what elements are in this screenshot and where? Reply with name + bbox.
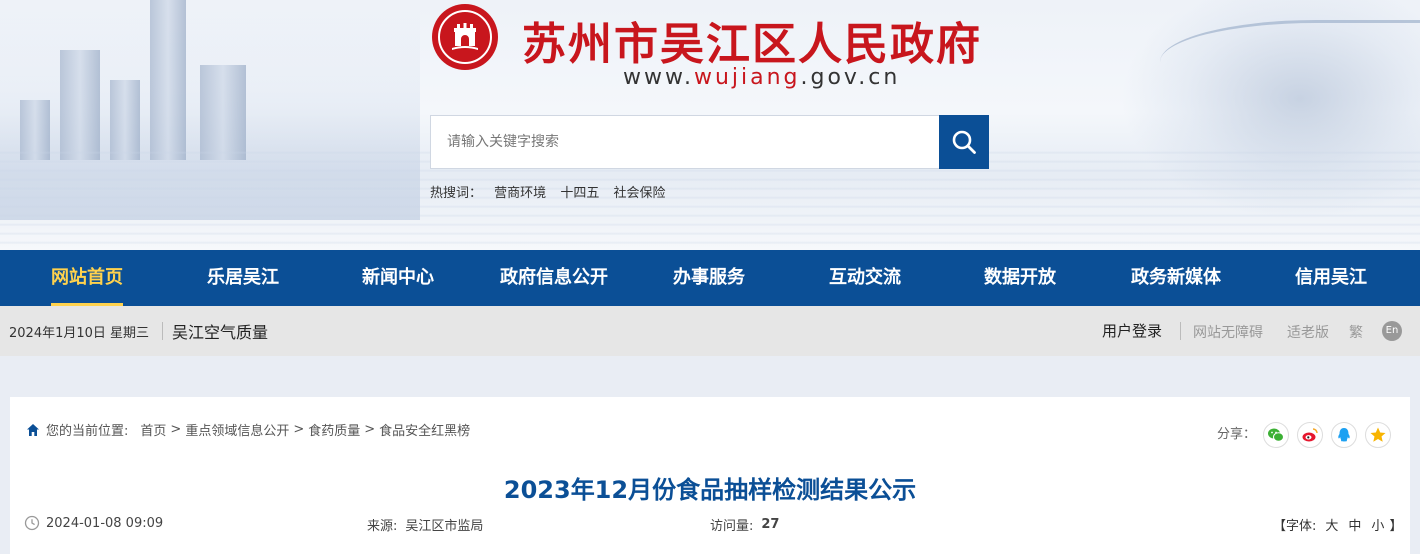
font-large-button[interactable]: 大 <box>1325 519 1338 534</box>
hot-word-business-env[interactable]: 营商环境 <box>494 186 546 201</box>
site-url: www.wujiang.gov.cn <box>623 65 901 90</box>
accessibility-link[interactable]: 网站无障碍 <box>1193 322 1263 342</box>
share-label: 分享： <box>1217 427 1257 442</box>
government-logo[interactable] <box>432 4 498 70</box>
hot-word-social-insurance[interactable]: 社会保险 <box>613 186 665 201</box>
elder-mode-link[interactable]: 适老版 <box>1287 322 1329 342</box>
wechat-icon[interactable] <box>1263 422 1289 448</box>
nav-item-news[interactable]: 新闻中心 <box>362 250 434 306</box>
font-size-control: 【字体: 大中小】 <box>1273 519 1403 534</box>
hot-word-14th-plan[interactable]: 十四五 <box>560 186 599 201</box>
air-quality-link[interactable]: 吴江空气质量 <box>172 319 268 343</box>
publish-time: 2024-01-08 09:09 <box>24 515 163 531</box>
font-medium-button[interactable]: 中 <box>1348 519 1361 534</box>
divider <box>1180 322 1181 340</box>
breadcrumb: 您的当前位置: 首页 > 重点领域信息公开 > 食药质量 > 食品安全红黑榜 <box>26 420 470 439</box>
breadcrumb-food-safety[interactable]: 食品安全红黑榜 <box>379 420 470 439</box>
qq-icon[interactable] <box>1331 422 1357 448</box>
nav-item-home[interactable]: 网站首页 <box>51 250 123 306</box>
nav-item-open-data[interactable]: 数据开放 <box>984 250 1056 306</box>
home-icon <box>26 423 40 437</box>
info-bar: 2024年1月10日 星期三 吴江空气质量 用户登录 网站无障碍 适老版 繁 E… <box>0 306 1420 356</box>
nav-item-services[interactable]: 办事服务 <box>673 250 745 306</box>
hot-search: 热搜词： 营商环境 十四五 社会保险 <box>430 182 675 201</box>
site-title: 苏州市吴江区人民政府 <box>522 19 982 70</box>
nav-item-interaction[interactable]: 互动交流 <box>829 250 901 306</box>
breadcrumb-food-drug[interactable]: 食药质量 <box>308 420 360 439</box>
article-card: 您的当前位置: 首页 > 重点领域信息公开 > 食药质量 > 食品安全红黑榜 分… <box>10 397 1410 554</box>
site-header: 苏州市吴江区人民政府 www.wujiang.gov.cn 热搜词： 营商环境 … <box>0 0 1420 250</box>
qzone-icon[interactable] <box>1365 422 1391 448</box>
gate-icon <box>452 23 478 50</box>
search-icon <box>952 130 976 154</box>
nav-item-gov-info[interactable]: 政府信息公开 <box>500 250 608 306</box>
breadcrumb-key-areas[interactable]: 重点领域信息公开 <box>185 420 289 439</box>
search-input[interactable] <box>430 115 940 169</box>
article-source: 来源: 吴江区市监局 <box>367 515 483 534</box>
hot-search-label: 热搜词： <box>430 186 483 201</box>
nav-item-new-media[interactable]: 政务新媒体 <box>1131 250 1221 306</box>
clock-icon <box>24 515 40 531</box>
font-small-button[interactable]: 小 <box>1371 519 1384 534</box>
main-nav: 网站首页 乐居吴江 新闻中心 政府信息公开 办事服务 互动交流 数据开放 政务新… <box>0 250 1420 306</box>
article-title: 2023年12月份食品抽样检测结果公示 <box>503 476 917 504</box>
traditional-chinese-link[interactable]: 繁 <box>1349 322 1363 342</box>
nav-item-credit[interactable]: 信用吴江 <box>1295 250 1367 306</box>
source-value: 吴江区市监局 <box>405 519 484 534</box>
breadcrumb-label: 您的当前位置: <box>46 424 129 439</box>
breadcrumb-home[interactable]: 首页 <box>140 420 166 439</box>
divider <box>162 322 163 340</box>
article-views: 访问量: 27 <box>710 517 780 534</box>
user-login-link[interactable]: 用户登录 <box>1102 320 1162 341</box>
views-count: 27 <box>761 517 780 532</box>
english-link[interactable]: En <box>1382 321 1402 341</box>
current-date: 2024年1月10日 星期三 <box>9 326 150 341</box>
search-button[interactable] <box>939 115 989 169</box>
weibo-icon[interactable] <box>1297 422 1323 448</box>
publish-datetime: 2024-01-08 09:09 <box>46 515 164 531</box>
nav-item-living[interactable]: 乐居吴江 <box>207 250 279 306</box>
